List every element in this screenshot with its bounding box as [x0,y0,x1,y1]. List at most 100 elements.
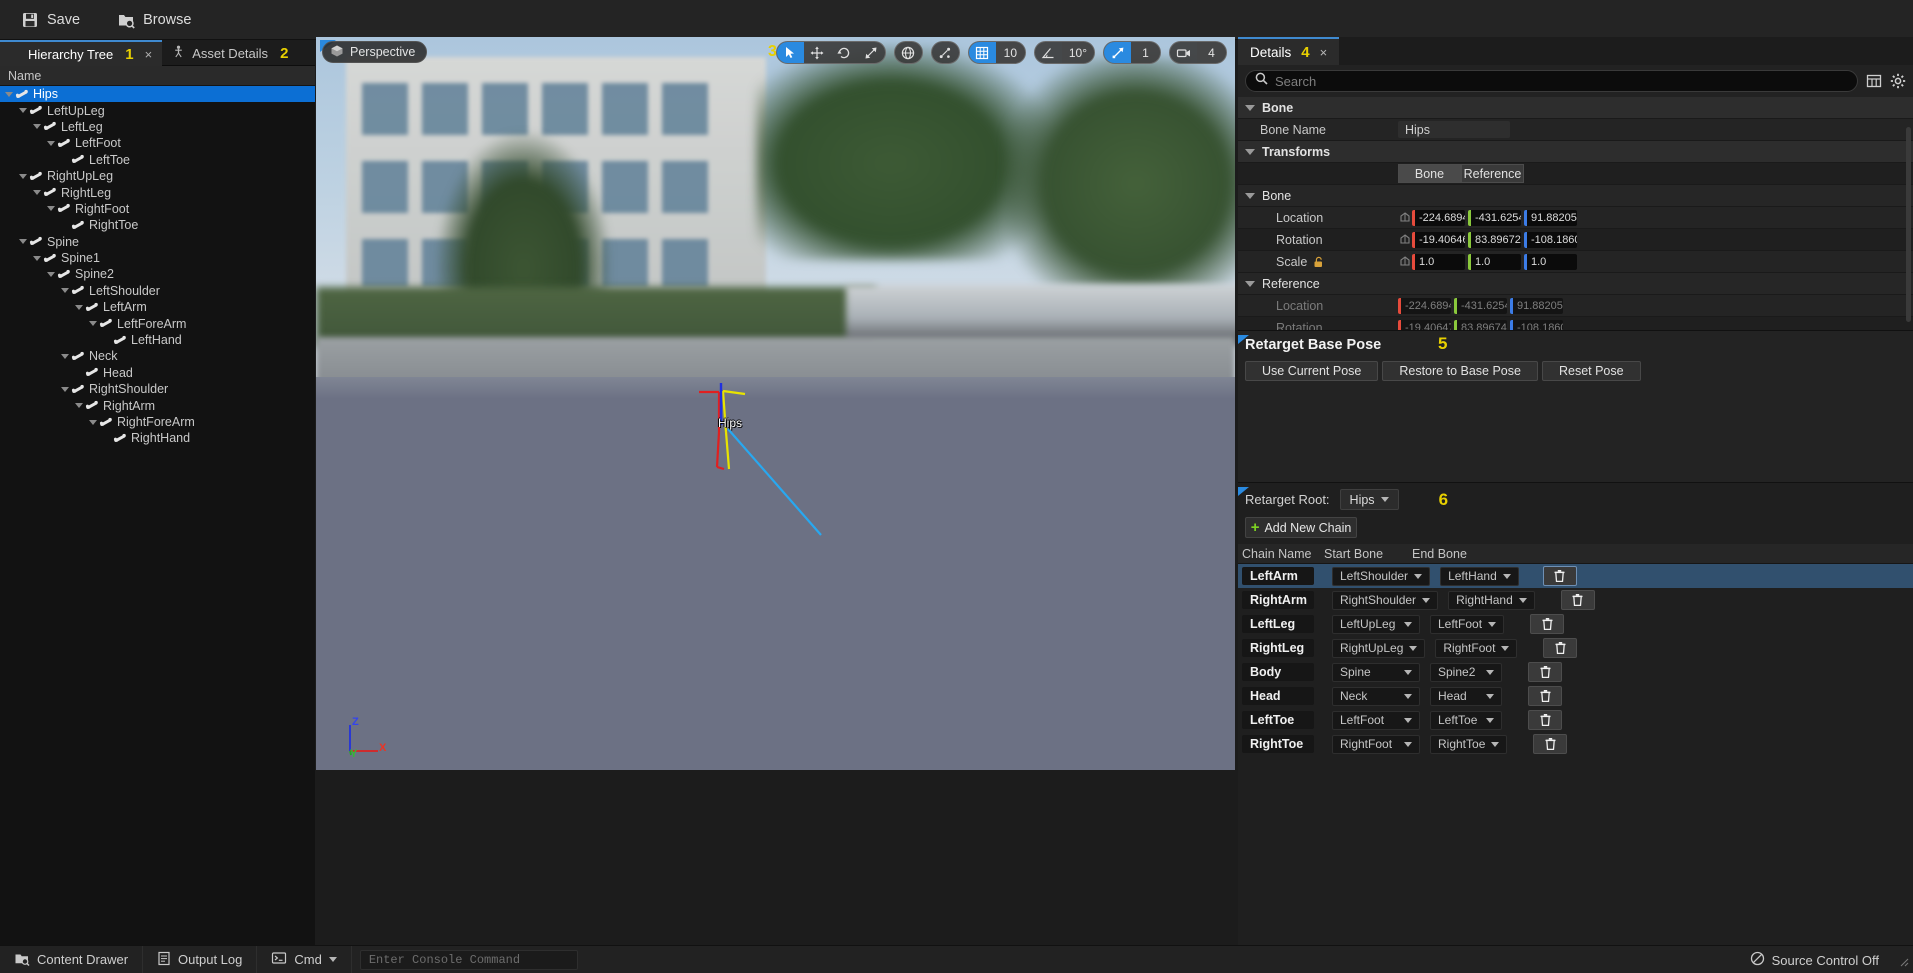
retarget-root-dropdown[interactable]: Hips [1339,489,1399,510]
delete-chain-button[interactable] [1542,566,1577,586]
globe-icon[interactable] [895,42,922,63]
start-bone-dropdown[interactable]: LeftFoot [1332,710,1420,730]
start-bone-dropdown[interactable]: LeftShoulder [1332,566,1431,586]
end-bone-dropdown[interactable]: LeftFoot [1430,614,1505,634]
delete-chain-button[interactable] [1528,686,1562,706]
search-field-container[interactable] [1245,70,1858,92]
close-icon[interactable]: × [145,47,153,62]
reset-to-default-icon[interactable] [1398,233,1412,247]
output-log-button[interactable]: Output Log [143,945,258,973]
chain-row[interactable]: RightToe RightFoot RightToe [1238,732,1913,756]
bone-hierarchy-tree[interactable]: Hips LeftUpLeg LeftLeg LeftFoot LeftToe Right… [0,86,315,945]
bone-scale-x[interactable]: 1.0 [1412,253,1465,270]
chain-name-field[interactable]: Head [1242,687,1314,705]
use-current-pose-button[interactable]: Use Current Pose [1245,361,1379,381]
tree-item-rightfoot[interactable]: RightFoot [0,201,315,217]
end-bone-dropdown[interactable]: RightFoot [1435,638,1518,658]
tree-expand-arrow-icon[interactable] [74,400,85,411]
bone-rotation-z[interactable]: -108.1860 [1524,231,1577,248]
delete-chain-button[interactable] [1560,590,1595,610]
start-bone-dropdown[interactable]: RightShoulder [1332,590,1439,610]
details-subsection-reference-header[interactable]: Reference [1238,273,1913,295]
delete-chain-button[interactable] [1528,710,1562,730]
tree-item-leftarm[interactable]: LeftArm [0,299,315,315]
chain-row[interactable]: LeftArm LeftShoulder LeftHand [1238,564,1913,588]
tree-expand-arrow-icon[interactable] [46,203,57,214]
start-bone-dropdown[interactable]: Spine [1332,662,1420,682]
tree-item-spine2[interactable]: Spine2 [0,266,315,282]
chain-row[interactable]: RightArm RightShoulder RightHand [1238,588,1913,612]
chain-name-field[interactable]: RightToe [1242,735,1314,753]
transform-mode-reference-button[interactable]: Reference [1461,164,1524,183]
transform-mode-bone-button[interactable]: Bone [1398,164,1461,183]
chain-name-field[interactable]: RightLeg [1242,639,1314,657]
chain-row[interactable]: LeftLeg LeftUpLeg LeftFoot [1238,612,1913,636]
bone-rotation-y[interactable]: 83.896724 [1468,231,1521,248]
tab-details[interactable]: Details 4 × [1238,37,1340,65]
tree-expand-arrow-icon[interactable] [60,351,71,362]
tree-expand-arrow-icon[interactable] [88,417,99,428]
unlock-icon[interactable] [1313,256,1324,268]
tree-expand-arrow-icon[interactable] [46,269,57,280]
tree-item-leftupleg[interactable]: LeftUpLeg [0,102,315,118]
grid-icon[interactable] [968,42,996,63]
end-bone-dropdown[interactable]: Spine2 [1430,662,1502,682]
save-button[interactable]: Save [14,7,86,33]
delete-chain-button[interactable] [1530,614,1565,634]
tree-expand-arrow-icon[interactable] [18,236,29,247]
tree-item-righttoe[interactable]: RightToe [0,217,315,233]
console-command-input[interactable]: Enter Console Command [359,949,578,970]
rotate-icon[interactable] [831,42,858,63]
start-bone-dropdown[interactable]: RightFoot [1332,734,1420,754]
tree-expand-arrow-icon[interactable] [46,138,57,149]
details-section-bone-header[interactable]: Bone [1238,97,1913,119]
tree-item-rightarm[interactable]: RightArm [0,397,315,413]
details-scrollbar[interactable] [1906,127,1911,322]
tree-expand-arrow-icon[interactable] [32,187,43,198]
tree-item-righthand[interactable]: RightHand [0,430,315,446]
resize-grip-icon[interactable] [1897,954,1909,967]
tree-expand-arrow-icon[interactable] [60,285,71,296]
reset-to-default-icon[interactable] [1398,255,1412,269]
delete-chain-button[interactable] [1533,734,1568,754]
cursor-arrow-icon[interactable] [776,42,804,63]
scale-icon[interactable] [858,42,885,63]
chain-name-field[interactable]: LeftArm [1242,567,1314,585]
details-close-icon[interactable]: × [1320,45,1328,60]
bone-scale-y[interactable]: 1.0 [1468,253,1521,270]
tree-expand-arrow-icon[interactable] [32,121,43,132]
tree-expand-arrow-icon[interactable] [88,318,99,329]
add-new-chain-button[interactable]: + Add New Chain [1245,517,1357,538]
reset-pose-button[interactable]: Reset Pose [1541,361,1641,381]
delete-chain-button[interactable] [1528,662,1562,682]
camera-speed-value[interactable]: 4 [1197,42,1226,63]
tree-item-neck[interactable]: Neck [0,348,315,364]
gear-icon[interactable] [1890,73,1906,89]
chain-name-field[interactable]: RightArm [1242,591,1314,609]
tree-expand-arrow-icon[interactable] [74,302,85,313]
source-control-button[interactable]: Source Control Off [1736,946,1893,973]
tree-expand-arrow-icon[interactable] [18,171,29,182]
chain-name-field[interactable]: LeftLeg [1242,615,1314,633]
restore-to-base-pose-button[interactable]: Restore to Base Pose [1382,361,1538,381]
tree-item-leftfoot[interactable]: LeftFoot [0,135,315,151]
angle-icon[interactable] [1035,42,1062,63]
start-bone-dropdown[interactable]: LeftUpLeg [1332,614,1420,634]
chain-row[interactable]: LeftToe LeftFoot LeftToe [1238,708,1913,732]
bone-rotation-x[interactable]: -19.40646 [1412,231,1465,248]
chain-row[interactable]: Head Neck Head [1238,684,1913,708]
tree-item-leftshoulder[interactable]: LeftShoulder [0,283,315,299]
chain-row[interactable]: Body Spine Spine2 [1238,660,1913,684]
tree-item-spine[interactable]: Spine [0,234,315,250]
bone-scale-z[interactable]: 1.0 [1524,253,1577,270]
tab-asset-details[interactable]: Asset Details 2 [162,40,298,66]
bone-location-z[interactable]: 91.88205 [1524,209,1577,226]
tree-item-hips[interactable]: Hips [0,86,315,103]
tree-expand-arrow-icon[interactable] [18,105,29,116]
viewport-3d[interactable]: 3 Perspective 10 10° 1 4 Hips Z X Y [316,37,1235,770]
search-input[interactable] [1275,73,1848,89]
details-subsection-bone-header[interactable]: Bone [1238,185,1913,207]
end-bone-dropdown[interactable]: RightToe [1430,734,1508,754]
cmd-dropdown[interactable]: Cmd [257,945,352,973]
chain-name-field[interactable]: LeftToe [1242,711,1314,729]
